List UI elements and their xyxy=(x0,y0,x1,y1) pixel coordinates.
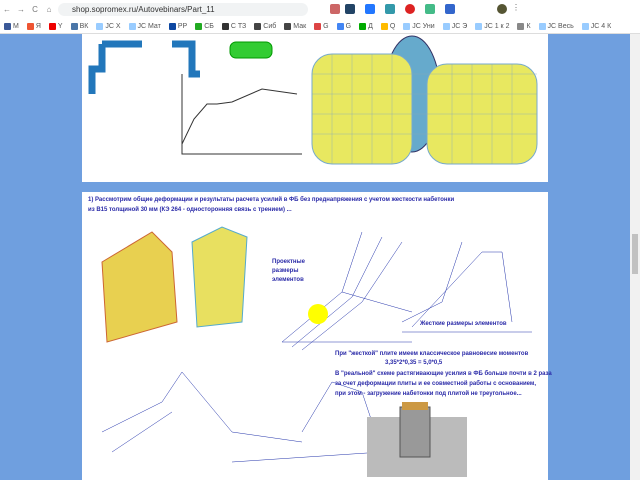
menu-icon[interactable]: ⋮ xyxy=(512,3,520,12)
bookmark-label: К xyxy=(526,22,531,30)
bookmark-item[interactable]: G xyxy=(336,22,352,30)
bookmark-icon xyxy=(70,22,78,30)
extension-icon[interactable] xyxy=(385,4,395,14)
bookmark-label: JC 4 К xyxy=(590,22,612,30)
address-bar[interactable]: shop.sopromex.ru/Autovebinars/Part_11 xyxy=(58,3,308,16)
forward-button[interactable]: → xyxy=(14,5,28,14)
bookmark-label: JC Э xyxy=(451,22,468,30)
bookmark-icon xyxy=(538,22,546,30)
avatar[interactable] xyxy=(497,4,507,14)
text-formula: 3,35*2*0,35 = 5,0*0,5 xyxy=(385,360,443,366)
bookmark-item[interactable]: Y xyxy=(48,22,63,30)
page-background: 1) Рассмотрим общие деформации и результ… xyxy=(0,34,630,480)
bookmark-icon xyxy=(48,22,56,30)
scrollbar[interactable] xyxy=(630,34,640,480)
bookmark-label: Я xyxy=(35,22,41,30)
extension-icon[interactable] xyxy=(425,4,435,14)
bookmark-item[interactable]: JC 4 К xyxy=(581,22,612,30)
bookmark-icon xyxy=(380,22,388,30)
bookmark-label: СБ xyxy=(204,22,214,30)
extension-icon[interactable] xyxy=(345,4,355,14)
section-heading: 1) Рассмотрим общие деформации и результ… xyxy=(88,197,455,203)
text-line: при этом - загружение набетонки под плит… xyxy=(335,391,522,397)
bookmark-item[interactable]: ВК xyxy=(70,22,89,30)
label-rigid-sizes: Жесткие размеры элементов xyxy=(420,321,507,327)
bookmark-item[interactable]: JC Х xyxy=(96,22,121,30)
bookmark-icon xyxy=(284,22,292,30)
browser-toolbar: ← → C ⌂ shop.sopromex.ru/Autovebinars/Pa… xyxy=(0,0,640,19)
bookmark-item[interactable]: Я xyxy=(26,22,41,30)
bookmark-label: С ТЗ xyxy=(230,22,247,30)
bookmark-label: M xyxy=(13,22,19,30)
bookmark-item[interactable]: M xyxy=(4,22,19,30)
bookmark-label: JC Весь xyxy=(547,22,574,30)
lower-content-panel: 1) Рассмотрим общие деформации и результ… xyxy=(82,192,552,480)
text-line: При "жесткой" плите имеем классическое р… xyxy=(335,351,529,357)
top-image-panel xyxy=(82,34,548,182)
text-line: за счет деформации плиты и ее совместной… xyxy=(335,381,536,387)
bookmark-icon xyxy=(475,22,483,30)
bookmark-icon xyxy=(442,22,450,30)
bookmark-label: JC 1 к 2 xyxy=(484,22,510,30)
bookmark-item[interactable]: РР xyxy=(168,22,188,30)
bookmark-label: JC Х xyxy=(105,22,121,30)
reload-button[interactable]: C xyxy=(28,5,42,14)
bookmark-item[interactable]: JC Уни xyxy=(403,22,435,30)
extension-icon[interactable] xyxy=(365,4,375,14)
label-design-sizes: Проектные размеры элементов xyxy=(272,259,306,283)
fem-illustration-top xyxy=(88,35,538,165)
bookmark-item[interactable]: СБ xyxy=(195,22,214,30)
bookmark-item[interactable]: Мак xyxy=(284,22,307,30)
bookmark-item[interactable]: К xyxy=(517,22,531,30)
extension-icon[interactable] xyxy=(405,4,415,14)
bookmark-icon xyxy=(359,22,367,30)
bookmark-item[interactable]: JC Весь xyxy=(538,22,574,30)
bookmark-label: G xyxy=(345,22,352,30)
bookmark-item[interactable]: JC Э xyxy=(442,22,468,30)
home-button[interactable]: ⌂ xyxy=(42,5,56,14)
bookmark-icon xyxy=(254,22,262,30)
extension-icon[interactable] xyxy=(330,4,340,14)
section-heading-line2: из В15 толщиной 30 мм (КЭ 264 - одностор… xyxy=(88,207,292,213)
fem-illustration-bottom xyxy=(101,226,532,477)
bookmark-label: Y xyxy=(57,22,63,30)
bookmark-icon xyxy=(336,22,344,30)
bookmark-label: Сиб xyxy=(263,22,277,30)
bookmark-label: Q xyxy=(389,22,396,30)
bookmark-icon xyxy=(517,22,525,30)
bookmark-item[interactable]: JC Мат xyxy=(128,22,161,30)
bookmark-item[interactable]: Д xyxy=(359,22,373,30)
bookmark-label: G xyxy=(323,22,329,30)
bookmark-item[interactable]: Q xyxy=(380,22,396,30)
bookmark-icon xyxy=(168,22,176,30)
bookmark-icon xyxy=(26,22,34,30)
bookmark-icon xyxy=(96,22,104,30)
bookmark-label: РР xyxy=(177,22,188,30)
back-button[interactable]: ← xyxy=(0,5,14,14)
bookmark-icon xyxy=(128,22,136,30)
bookmark-label: ВК xyxy=(79,22,89,30)
bookmark-icon xyxy=(221,22,229,30)
bookmark-label: JC Мат xyxy=(137,22,161,30)
bookmark-item[interactable]: G xyxy=(314,22,329,30)
extension-icon[interactable] xyxy=(445,4,455,14)
bookmark-label: JC Уни xyxy=(412,22,435,30)
bookmark-item[interactable]: С ТЗ xyxy=(221,22,247,30)
bookmark-icon xyxy=(581,22,589,30)
bookmark-icon xyxy=(195,22,203,30)
bookmarks-bar: M Я Y ВК JC Х JC Мат РР СБ С ТЗ Сиб Мак G G Д Q JC Уни J… xyxy=(0,19,640,34)
url-text: shop.sopromex.ru/Autovebinars/Part_11 xyxy=(72,5,215,14)
bookmark-item[interactable]: Сиб xyxy=(254,22,277,30)
text-line: В "реальной" схеме растягивающие усилия … xyxy=(335,371,552,377)
bookmark-icon xyxy=(314,22,322,30)
bookmark-label: Д xyxy=(368,22,373,30)
bookmark-icon xyxy=(403,22,411,30)
bookmark-label: Мак xyxy=(293,22,307,30)
scrollbar-thumb[interactable] xyxy=(632,234,638,274)
bookmark-item[interactable]: JC 1 к 2 xyxy=(475,22,510,30)
bookmark-icon xyxy=(4,22,11,30)
